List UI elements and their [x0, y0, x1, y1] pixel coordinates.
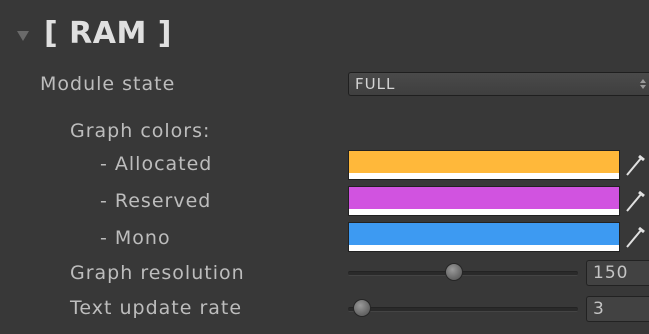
allocated-color-label: - Allocated [100, 153, 213, 175]
text-update-rate-slider[interactable] [348, 298, 578, 318]
module-state-dropdown[interactable]: FULL [348, 72, 649, 96]
eyedropper-icon[interactable] [624, 153, 646, 177]
dropdown-arrows-icon [639, 76, 647, 92]
allocated-color-fill [349, 151, 619, 173]
graph-resolution-field[interactable]: 150 [586, 260, 649, 286]
reserved-color-fill [349, 187, 619, 209]
slider-thumb[interactable] [444, 263, 463, 281]
module-title[interactable]: [ RAM ] [44, 16, 172, 52]
mono-color-label: - Mono [100, 227, 171, 249]
graph-resolution-slider[interactable] [348, 262, 578, 282]
reserved-color-label: - Reserved [100, 190, 212, 212]
eyedropper-icon[interactable] [624, 189, 646, 213]
eyedropper-icon[interactable] [624, 225, 646, 249]
slider-track [348, 307, 578, 312]
text-update-rate-value: 3 [593, 299, 605, 319]
text-update-rate-label: Text update rate [70, 297, 243, 319]
slider-track [348, 271, 578, 276]
graph-resolution-value: 150 [593, 263, 629, 283]
slider-thumb[interactable] [352, 299, 371, 317]
allocated-color-field[interactable] [348, 150, 620, 180]
module-state-label: Module state [40, 73, 176, 95]
mono-color-fill [349, 223, 619, 245]
module-state-value: FULL [355, 75, 396, 93]
graph-colors-label: Graph colors: [70, 120, 211, 142]
text-update-rate-field[interactable]: 3 [586, 296, 649, 322]
foldout-arrow-icon[interactable] [17, 31, 29, 41]
reserved-color-field[interactable] [348, 186, 620, 216]
graph-resolution-label: Graph resolution [70, 262, 245, 284]
mono-color-field[interactable] [348, 222, 620, 252]
